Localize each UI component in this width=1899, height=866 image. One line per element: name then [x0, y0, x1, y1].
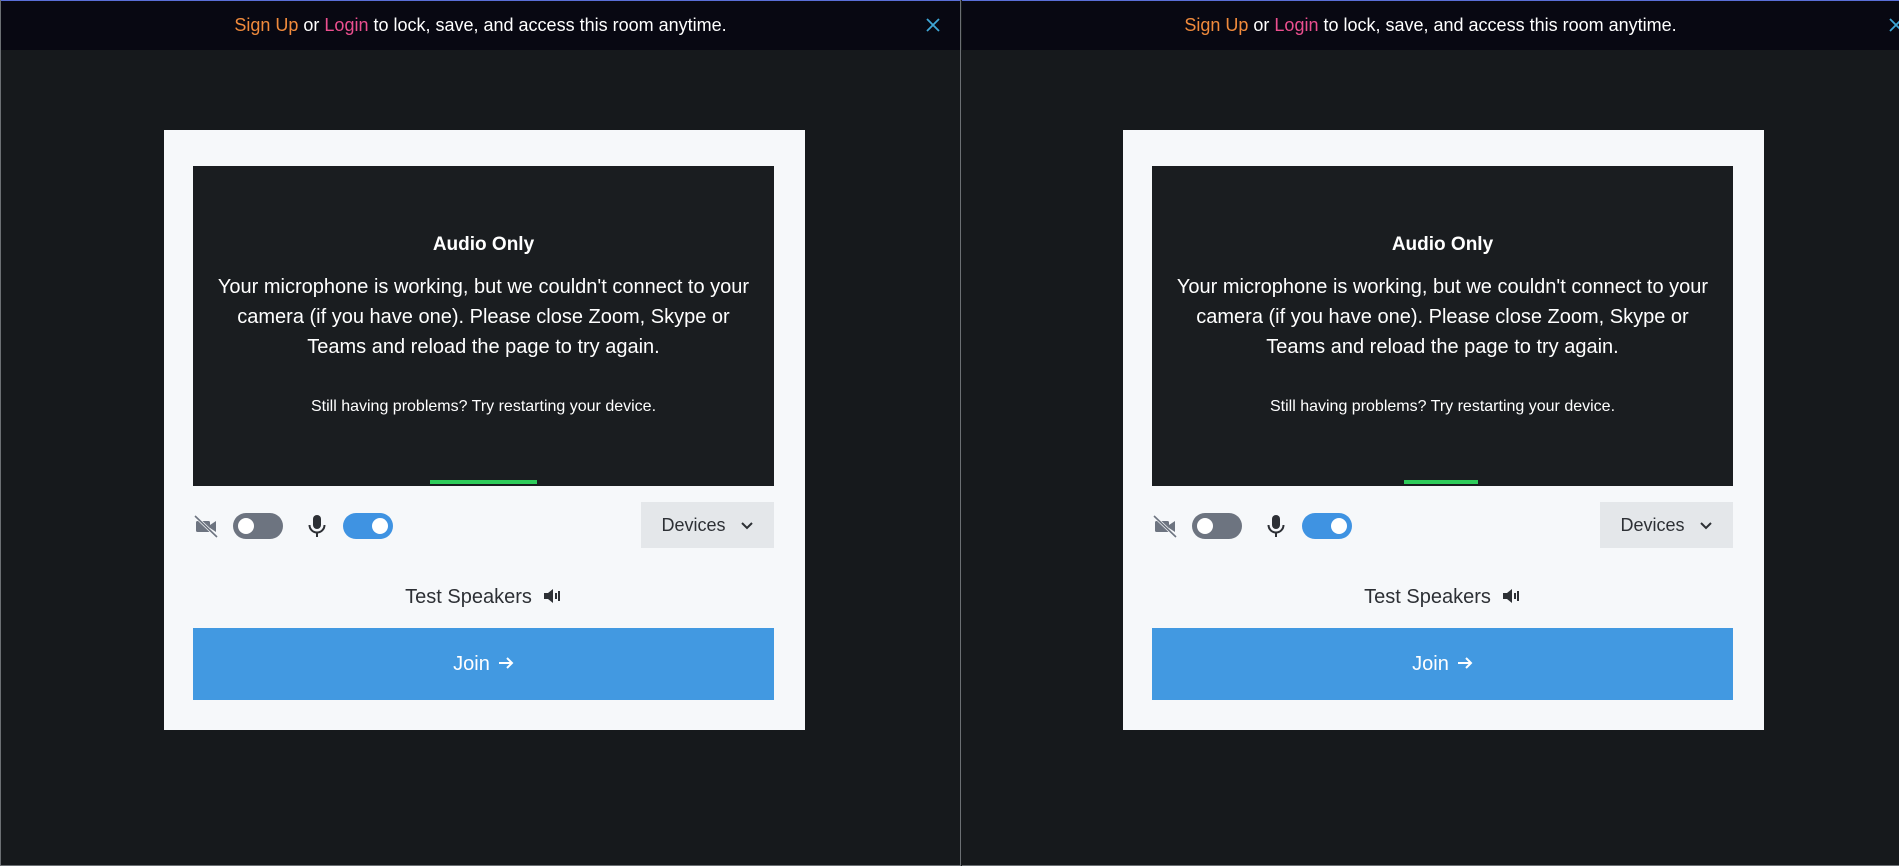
- camera-toggle[interactable]: [233, 513, 283, 539]
- devices-dropdown[interactable]: Devices: [641, 502, 774, 548]
- banner-or-text: or: [303, 15, 320, 35]
- close-icon[interactable]: [1887, 16, 1899, 34]
- room-pane-right: Sign Up or Login to lock, save, and acce…: [962, 0, 1899, 866]
- preview-title: Audio Only: [1391, 234, 1494, 255]
- mic-level-bar: [430, 480, 537, 484]
- arrow-right-icon: [498, 653, 514, 676]
- signup-link[interactable]: Sign Up: [234, 15, 298, 36]
- camera-off-icon: [193, 513, 219, 539]
- speaker-icon: [532, 586, 564, 608]
- camera-off-icon: [1152, 513, 1178, 539]
- devices-label: Devices: [1620, 514, 1685, 535]
- banner-or-text: or: [1253, 15, 1270, 35]
- close-icon[interactable]: [924, 16, 942, 34]
- preview-message: Your microphone is working, but we could…: [1176, 276, 1709, 358]
- camera-toggle[interactable]: [1192, 513, 1242, 539]
- login-link[interactable]: Login: [1274, 15, 1318, 36]
- test-speakers-button[interactable]: Test Speakers: [1123, 586, 1764, 609]
- signup-banner: Sign Up or Login to lock, save, and acce…: [1, 0, 960, 50]
- join-label: Join: [1412, 652, 1449, 675]
- arrow-right-icon: [1457, 653, 1473, 676]
- chevron-down-icon: [740, 515, 754, 536]
- test-speakers-label: Test Speakers: [1364, 586, 1491, 608]
- banner-message: to lock, save, and access this room anyt…: [373, 15, 727, 35]
- mic-level-bar: [1404, 480, 1478, 484]
- join-card: Audio Only Your microphone is working, b…: [164, 130, 805, 730]
- media-controls: Devices: [193, 502, 774, 548]
- video-preview: Audio Only Your microphone is working, b…: [1152, 166, 1733, 486]
- video-preview: Audio Only Your microphone is working, b…: [193, 166, 774, 486]
- preview-hint: Still having problems? Try restarting yo…: [310, 398, 657, 415]
- login-link[interactable]: Login: [324, 15, 368, 36]
- media-controls: Devices: [1152, 502, 1733, 548]
- join-label: Join: [453, 652, 490, 675]
- preview-title: Audio Only: [432, 234, 535, 255]
- speaker-icon: [1491, 586, 1523, 608]
- devices-dropdown[interactable]: Devices: [1600, 502, 1733, 548]
- microphone-icon: [1263, 513, 1289, 539]
- signup-banner: Sign Up or Login to lock, save, and acce…: [962, 0, 1899, 50]
- preview-hint: Still having problems? Try restarting yo…: [1269, 398, 1616, 415]
- banner-message: to lock, save, and access this room anyt…: [1323, 15, 1677, 35]
- test-speakers-label: Test Speakers: [405, 586, 532, 608]
- join-button[interactable]: Join: [193, 628, 774, 700]
- signup-link[interactable]: Sign Up: [1184, 15, 1248, 36]
- chevron-down-icon: [1699, 515, 1713, 536]
- mic-toggle[interactable]: [1302, 513, 1352, 539]
- preview-message: Your microphone is working, but we could…: [217, 276, 750, 358]
- room-pane-left: Sign Up or Login to lock, save, and acce…: [0, 0, 961, 866]
- mic-toggle[interactable]: [343, 513, 393, 539]
- test-speakers-button[interactable]: Test Speakers: [164, 586, 805, 609]
- join-card: Audio Only Your microphone is working, b…: [1123, 130, 1764, 730]
- devices-label: Devices: [661, 514, 726, 535]
- join-button[interactable]: Join: [1152, 628, 1733, 700]
- microphone-icon: [304, 513, 330, 539]
